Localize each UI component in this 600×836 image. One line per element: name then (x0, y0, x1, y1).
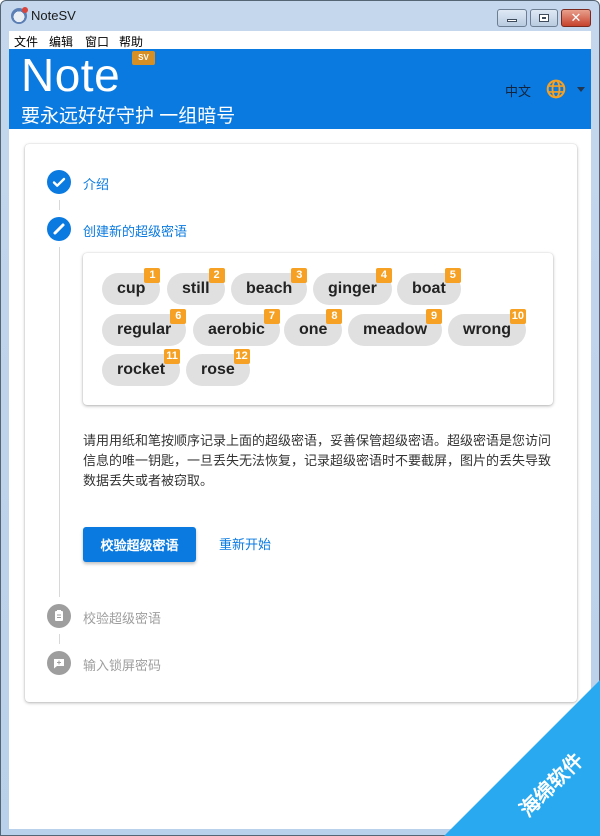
menu-edit[interactable]: 编辑 (49, 33, 73, 50)
globe-icon[interactable] (546, 79, 566, 99)
word-index-badge: 8 (326, 309, 343, 324)
step-connector (59, 200, 60, 210)
step-4-label[interactable]: 输入锁屏密码 (83, 655, 161, 674)
word-index-badge: 12 (233, 349, 250, 364)
word-chip: ginger 4 (313, 268, 392, 305)
word-text: aerobic (208, 321, 265, 338)
client-area: 文件 编辑 窗口 帮助 Note SV 要永远好好守护 一组暗号 中文 介绍 创… (9, 31, 591, 829)
word-index-badge: 5 (444, 268, 461, 283)
restart-button[interactable]: 重新开始 (213, 527, 277, 562)
step-1-label[interactable]: 介绍 (83, 174, 109, 193)
step-3-clipboard-icon (47, 604, 71, 628)
title-bar[interactable]: NoteSV ✕ (1, 1, 599, 31)
word-chip: boat 5 (397, 268, 461, 305)
step-2-label[interactable]: 创建新的超级密语 (83, 221, 187, 240)
step-2-content-line (59, 247, 60, 597)
word-text: one (299, 321, 328, 338)
language-label[interactable]: 中文 (505, 81, 531, 100)
word-text: cup (117, 280, 146, 297)
wizard-card: 介绍 创建新的超级密语 cup 1 still 2 beach 3 ginger 4 b… (25, 144, 577, 702)
minimize-button[interactable] (497, 9, 527, 27)
backup-warning-text: 请用用纸和笔按顺序记录上面的超级密语，妥善保管超级密语。超级密语是您访问信息的唯… (83, 433, 552, 488)
brand-title: Note (21, 49, 121, 101)
word-index-badge: 3 (291, 268, 308, 283)
word-text: still (182, 280, 210, 297)
word-text: wrong (463, 321, 511, 338)
word-text: regular (117, 321, 172, 338)
word-index-badge: 4 (375, 268, 392, 283)
word-index-badge: 2 (208, 268, 225, 283)
word-index-badge: 10 (509, 309, 526, 324)
menu-bar: 文件 编辑 窗口 帮助 (9, 31, 591, 49)
menu-file[interactable]: 文件 (14, 33, 38, 50)
app-window: NoteSV ✕ 文件 编辑 窗口 帮助 Note SV 要永远好好守护 一组暗… (0, 0, 600, 836)
menu-window[interactable]: 窗口 (85, 33, 109, 50)
chevron-down-icon[interactable] (577, 87, 585, 92)
step-3-label[interactable]: 校验超级密语 (83, 608, 161, 627)
step-connector (59, 634, 60, 644)
word-text: boat (412, 280, 446, 297)
app-header: Note SV 要永远好好守护 一组暗号 中文 (9, 49, 591, 129)
word-index-badge: 11 (164, 349, 181, 364)
word-chip: rocket 11 (102, 349, 181, 386)
word-chip: aerobic 7 (193, 309, 280, 346)
word-text: meadow (363, 321, 428, 338)
minimize-icon (507, 19, 517, 22)
brand-badge: SV (132, 51, 155, 65)
word-text: ginger (328, 280, 377, 297)
close-icon: ✕ (570, 10, 582, 25)
word-index-badge: 1 (144, 268, 161, 283)
close-button[interactable]: ✕ (561, 9, 591, 27)
word-text: rocket (117, 361, 166, 378)
word-text: rose (201, 361, 235, 378)
word-chip: regular 6 (102, 309, 187, 346)
word-chip: cup 1 (102, 268, 161, 305)
word-text: beach (246, 280, 293, 297)
slogan: 要永远好好守护 一组暗号 (21, 106, 236, 127)
word-chip: beach 3 (231, 268, 308, 305)
menu-help[interactable]: 帮助 (119, 33, 143, 50)
step-4-message-plus-icon (47, 651, 71, 675)
app-logo-icon (11, 7, 28, 24)
step-2-pencil-icon (47, 217, 71, 241)
passphrase-box: cup 1 still 2 beach 3 ginger 4 boat 5 regular… (83, 253, 553, 405)
word-index-badge: 7 (263, 309, 280, 324)
word-index-badge: 6 (170, 309, 187, 324)
maximize-button[interactable] (530, 9, 558, 27)
word-chip: rose 12 (186, 349, 250, 386)
verify-passphrase-button[interactable]: 校验超级密语 (83, 527, 196, 562)
word-chip: one 8 (284, 309, 343, 346)
maximize-icon (539, 14, 549, 22)
word-chip: meadow 9 (348, 309, 443, 346)
word-index-badge: 9 (426, 309, 443, 324)
word-chip: wrong 10 (448, 309, 526, 346)
word-chip: still 2 (167, 268, 225, 305)
window-title: NoteSV (31, 8, 76, 23)
step-1-check-icon (47, 170, 71, 194)
